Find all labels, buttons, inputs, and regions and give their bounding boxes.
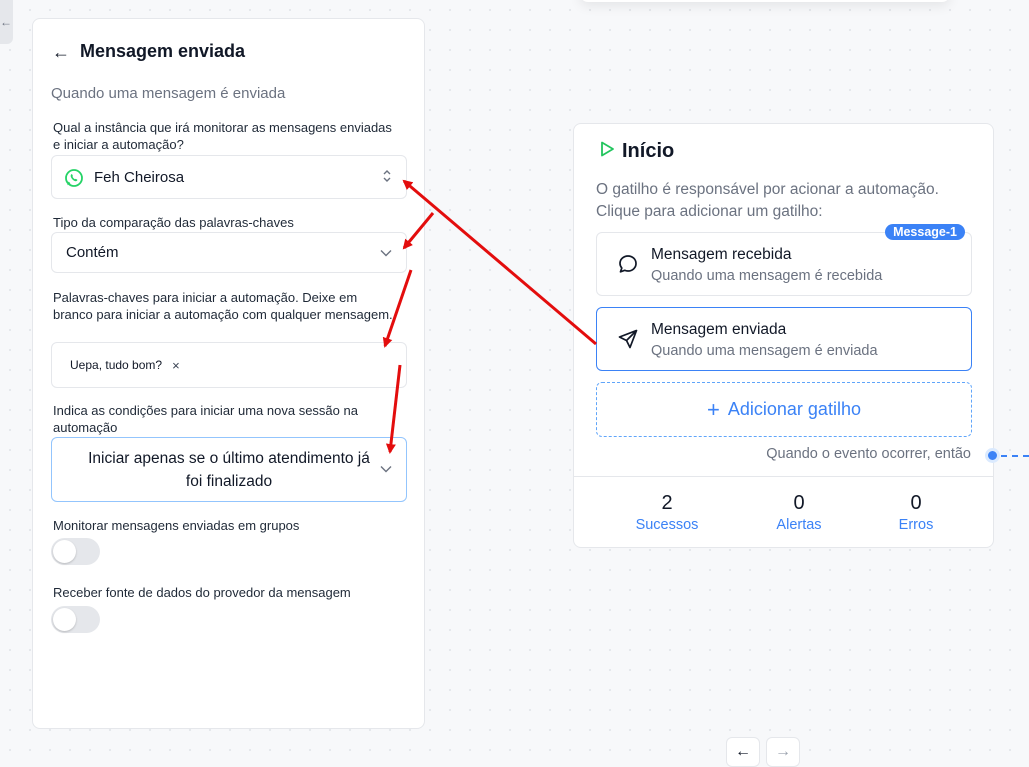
keyword-tag: Uepa, tudo bom? × <box>62 354 188 377</box>
stat-label: Alertas <box>776 517 822 533</box>
panel-back-header[interactable]: ← Mensagem enviada <box>52 41 245 62</box>
comparison-select[interactable]: Contém <box>51 232 407 273</box>
whatsapp-icon <box>64 168 84 188</box>
arrow-right-icon: → <box>775 743 791 760</box>
stat-value: 2 <box>661 492 673 514</box>
play-icon <box>598 140 616 163</box>
keyword-tag-text: Uepa, tudo bom? <box>70 358 163 372</box>
next-button[interactable]: → <box>766 737 800 767</box>
card-title: Início <box>622 140 675 162</box>
trigger-message-sent[interactable]: Mensagem enviada Quando uma mensagem é e… <box>596 307 972 371</box>
trigger-name: Mensagem enviada <box>651 321 787 338</box>
toggle-knob <box>53 608 76 631</box>
stat-value: 0 <box>910 492 922 514</box>
panel-title: Mensagem enviada <box>80 41 246 61</box>
provider-label: Receber fonte de dados do provedor da me… <box>53 585 351 600</box>
arrow-left-icon: ← <box>735 743 751 760</box>
keywords-label: Palavras-chaves para iniciar a automação… <box>53 290 393 322</box>
groups-label: Monitorar mensagens enviadas em grupos <box>53 518 300 533</box>
stat-successes[interactable]: 2 Sucessos <box>607 492 727 533</box>
back-arrow-icon[interactable]: ← <box>52 43 70 61</box>
chevron-down-icon <box>380 458 392 481</box>
trigger-config-panel: ← Mensagem enviada Quando uma mensagem é… <box>32 18 425 729</box>
card-divider <box>574 476 993 477</box>
annotation-arrow <box>402 179 597 346</box>
comparison-value: Contém <box>66 244 119 261</box>
add-trigger-label: Adicionar gatilho <box>727 399 861 419</box>
connector-edge <box>1001 455 1029 457</box>
card-description: O gatilho é responsável por acionar a au… <box>596 181 939 220</box>
send-icon <box>617 328 639 350</box>
comparison-label: Tipo da comparação das palavras-chaves <box>53 215 294 230</box>
stat-alerts[interactable]: 0 Alertas <box>739 492 859 533</box>
session-value: Iniciar apenas se o último atendimento j… <box>88 449 370 490</box>
stat-label: Sucessos <box>635 517 699 533</box>
message-badge: Message-1 <box>885 224 965 240</box>
remove-tag-icon[interactable]: × <box>172 358 180 373</box>
trigger-description: Quando uma mensagem é recebida <box>651 268 883 284</box>
prev-button[interactable]: ← <box>726 737 760 767</box>
panel-subtitle: Quando uma mensagem é enviada <box>51 85 286 102</box>
stat-errors[interactable]: 0 Erros <box>856 492 976 533</box>
sort-chevrons-icon <box>382 169 392 186</box>
plus-icon: + <box>707 396 720 422</box>
trigger-message-received[interactable]: Mensagem recebida Quando uma mensagem é … <box>596 224 972 296</box>
offscreen-card <box>580 0 950 2</box>
instance-select[interactable]: Feh Cheirosa <box>51 155 407 199</box>
card-header: Início <box>598 140 674 163</box>
trigger-description: Quando uma mensagem é enviada <box>651 343 878 359</box>
instance-value: Feh Cheirosa <box>94 168 185 186</box>
session-label: Indica as condições para iniciar uma nov… <box>53 403 358 435</box>
chevron-down-icon <box>380 246 392 260</box>
stat-label: Erros <box>898 517 934 533</box>
trigger-name: Mensagem recebida <box>651 246 792 263</box>
session-select[interactable]: Iniciar apenas se o último atendimento j… <box>51 437 407 502</box>
add-trigger-button[interactable]: + Adicionar gatilho <box>596 382 972 437</box>
keywords-input[interactable]: Uepa, tudo bom? × <box>51 342 407 388</box>
groups-toggle[interactable] <box>51 538 100 565</box>
output-connector-handle[interactable] <box>985 448 1000 463</box>
stat-value: 0 <box>793 492 805 514</box>
provider-toggle[interactable] <box>51 606 100 633</box>
start-node-card[interactable]: Início O gatilho é responsável por acion… <box>573 123 994 548</box>
event-text: Quando o evento ocorrer, então <box>766 446 971 462</box>
edge-collapse-tab[interactable]: ← <box>0 0 13 44</box>
toggle-knob <box>53 540 76 563</box>
instance-label: Qual a instância que irá monitorar as me… <box>53 120 392 152</box>
chat-bubble-icon <box>617 253 639 275</box>
